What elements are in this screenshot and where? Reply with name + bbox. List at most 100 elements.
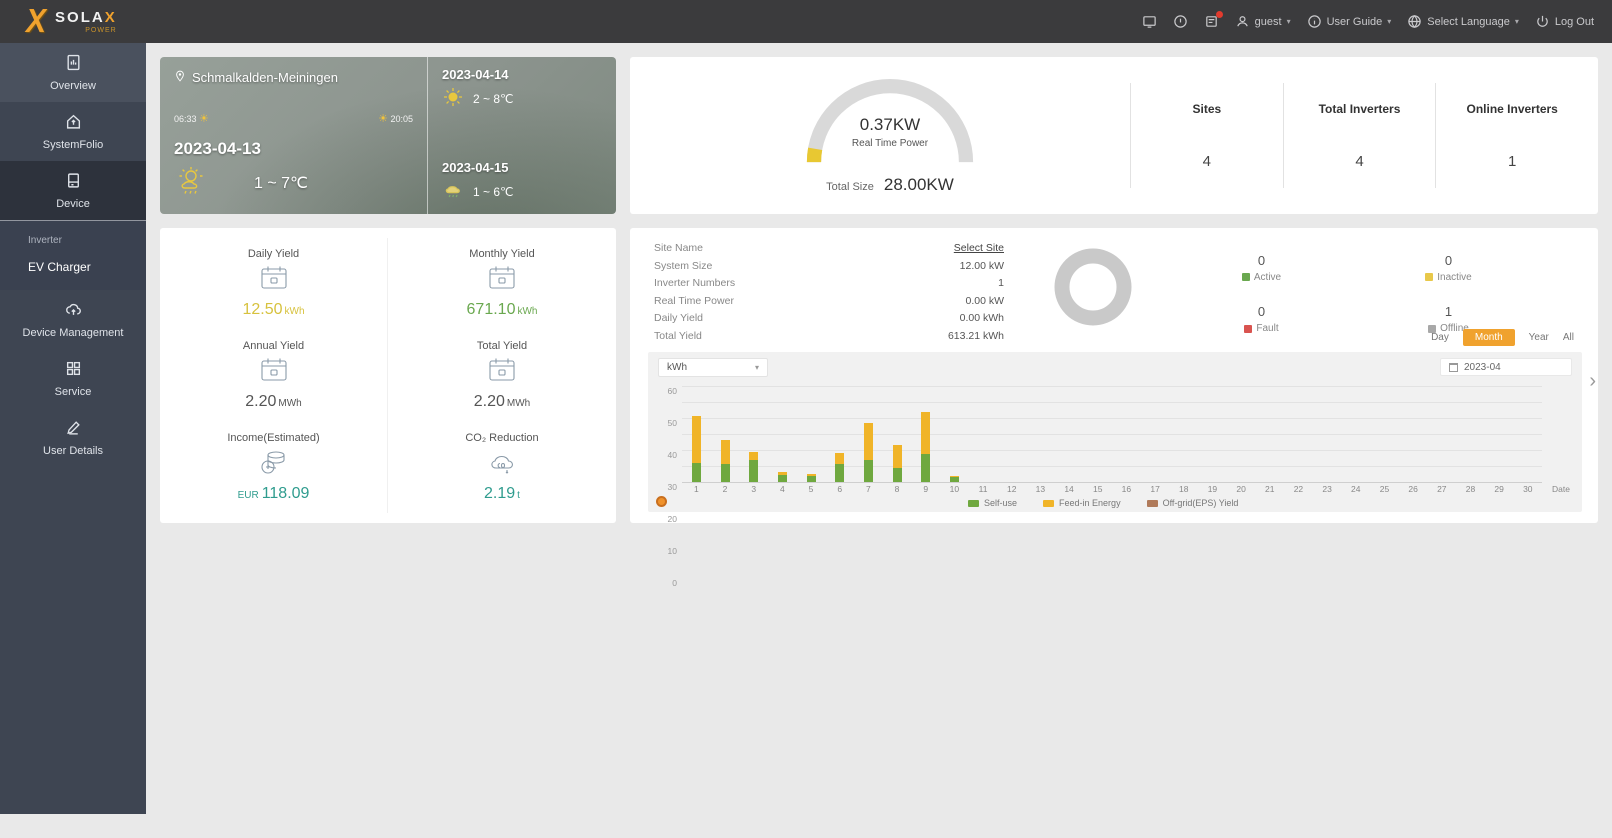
- co2-icon: [487, 449, 517, 480]
- chart-legend: Self-use Feed-in Energy Off-grid(EPS) Yiel…: [968, 498, 1238, 508]
- sidebar-item-systemfolio[interactable]: SystemFolio: [0, 102, 146, 161]
- calendar-icon: [487, 265, 517, 296]
- bar-segment-1: [921, 454, 931, 482]
- globe-icon: [1407, 14, 1422, 29]
- legend-color-swatch: [1146, 499, 1158, 507]
- help-center-icon[interactable]: [1173, 14, 1188, 29]
- yield-stat-label: Income(Estimated): [227, 431, 320, 444]
- sunrise-block: 06:33 ☀: [174, 112, 209, 125]
- carousel-dot[interactable]: [656, 496, 667, 507]
- yield-stat-label: Monthly Yield: [469, 248, 535, 261]
- yield-stat-unit: t: [517, 489, 520, 501]
- bar-segment-2: [749, 451, 759, 461]
- weather-today-date: 2023-04-13: [174, 139, 261, 158]
- status-color-dot: [1425, 273, 1434, 282]
- submenu-item-ev-charger[interactable]: EV Charger: [0, 252, 146, 280]
- sunset-icon: ☀: [378, 113, 388, 125]
- sidebar-item-service[interactable]: Service: [0, 349, 146, 408]
- summary-stat: Online Inverters 1: [1435, 83, 1588, 188]
- period-tab-month[interactable]: Month: [1462, 329, 1515, 346]
- y-tick-label: 30: [667, 482, 677, 492]
- sidebar-item-label: Device Management: [22, 327, 124, 339]
- main-content: Schmalkalden-Meiningen 06:33 ☀ ☀ 20:05 2…: [146, 43, 1612, 838]
- site-info-value: 0.00 kWh: [959, 312, 1004, 324]
- x-tick-label: 5: [808, 484, 814, 494]
- rain-icon: [442, 179, 464, 204]
- x-tick-label: 14: [1064, 484, 1074, 494]
- inverter-status-donut: [1048, 242, 1138, 332]
- status-count: 0: [1444, 252, 1453, 268]
- x-tick-label: 9: [923, 484, 929, 494]
- site-info-value: 1: [998, 277, 1004, 289]
- yield-stat: Total Yield 2.20 MWh: [388, 330, 616, 422]
- sidebar-item-overview[interactable]: Overview: [0, 43, 146, 102]
- site-info-label: Real Time Power: [654, 294, 734, 307]
- yield-chart-panel: kWh ▾ 2023-04 0 10 20 30 40 50 60 1 2 3 4 5 6 7 8 9 10 1…: [648, 352, 1582, 588]
- bar-column: [1083, 386, 1112, 482]
- logout-label: Log Out: [1554, 15, 1594, 28]
- x-tick-label: 3: [751, 484, 757, 494]
- language-menu[interactable]: Select Language ▾: [1407, 14, 1519, 29]
- status-legend-item: 0 Inactive: [1355, 242, 1542, 294]
- x-tick-label: 4: [779, 484, 785, 494]
- forecast-temp: 1 ~ 6℃: [473, 184, 514, 199]
- stacked-bar: [863, 422, 873, 482]
- sunrise-icon: ☀: [199, 113, 209, 125]
- sidebar-item-device[interactable]: Device: [0, 161, 146, 220]
- notification-icon[interactable]: [1204, 11, 1223, 29]
- pencil-icon: [65, 419, 82, 439]
- x-axis-title: Date: [1552, 484, 1570, 494]
- app-download-icon[interactable]: [1142, 14, 1157, 29]
- calendar-icon: [259, 265, 289, 296]
- total-size-label: Total Size: [826, 181, 874, 193]
- bar-segment-2: [720, 439, 730, 465]
- unit-select[interactable]: kWh ▾: [658, 358, 768, 377]
- solax-x-logo-icon: X: [26, 2, 47, 40]
- yield-stat: CO₂ Reduction 2.19 t: [388, 421, 616, 513]
- stacked-bar: [749, 451, 759, 482]
- sunrise-time: 06:33: [174, 114, 197, 124]
- sidebar-item-label: Overview: [50, 80, 96, 92]
- site-info-label: System Size: [654, 259, 713, 272]
- logout-button[interactable]: Log Out: [1535, 14, 1594, 29]
- bar-column: [1370, 386, 1399, 482]
- weather-card: Schmalkalden-Meiningen 06:33 ☀ ☀ 20:05 2…: [160, 57, 616, 214]
- x-tick-label: 8: [894, 484, 900, 494]
- legend-item: Self-use: [968, 498, 1017, 508]
- site-info-row: Real Time Power 0.00 kW: [654, 293, 1004, 311]
- sidebar-item-user-details[interactable]: User Details: [0, 408, 146, 467]
- status-label: Inactive: [1425, 272, 1472, 283]
- select-site-link[interactable]: Select Site: [954, 240, 1004, 258]
- summary-stat: Sites 4: [1130, 83, 1283, 188]
- site-card: Site Name Select Site System Size 12.00 kW I…: [630, 228, 1598, 588]
- forecast-day-1: 2023-04-14 2 ~ 8℃: [442, 67, 602, 111]
- site-info-label: Inverter Numbers: [654, 277, 736, 289]
- sun-rain-icon: [174, 163, 208, 202]
- stacked-bar: [949, 476, 959, 482]
- x-tick-label: 27: [1437, 484, 1447, 494]
- status-count: 1: [1444, 304, 1453, 320]
- submenu-item-inverter[interactable]: Inverter: [0, 229, 146, 252]
- period-tab-all[interactable]: All: [1563, 332, 1574, 343]
- user-label: guest: [1254, 15, 1282, 28]
- device-icon: [65, 172, 82, 192]
- user-menu[interactable]: guest ▾: [1235, 14, 1291, 29]
- y-tick-label: 20: [667, 514, 677, 524]
- yield-stat-value: 2.20 MWh: [245, 392, 302, 410]
- stacked-bar: [921, 412, 931, 482]
- forecast-day-2: 2023-04-15 1 ~ 6℃: [442, 160, 602, 204]
- date-picker[interactable]: 2023-04: [1440, 358, 1572, 376]
- x-tick-label: 23: [1322, 484, 1332, 494]
- period-tab-day[interactable]: Day: [1431, 332, 1449, 343]
- user-guide-menu[interactable]: User Guide ▾: [1307, 14, 1391, 29]
- yield-stat-value: EUR 118.09: [237, 484, 310, 502]
- bar-segment-2: [835, 453, 845, 465]
- yield-stat-unit: MWh: [278, 397, 302, 409]
- sidebar-item-device-management[interactable]: Device Management: [0, 290, 146, 349]
- bar-column: [997, 386, 1026, 482]
- next-site-arrow[interactable]: ›: [1589, 370, 1596, 393]
- bar-column: [1169, 386, 1198, 482]
- site-info-row: Inverter Numbers 1: [654, 275, 1004, 293]
- site-info-label: Site Name: [654, 242, 704, 254]
- period-tab-year[interactable]: Year: [1529, 332, 1549, 343]
